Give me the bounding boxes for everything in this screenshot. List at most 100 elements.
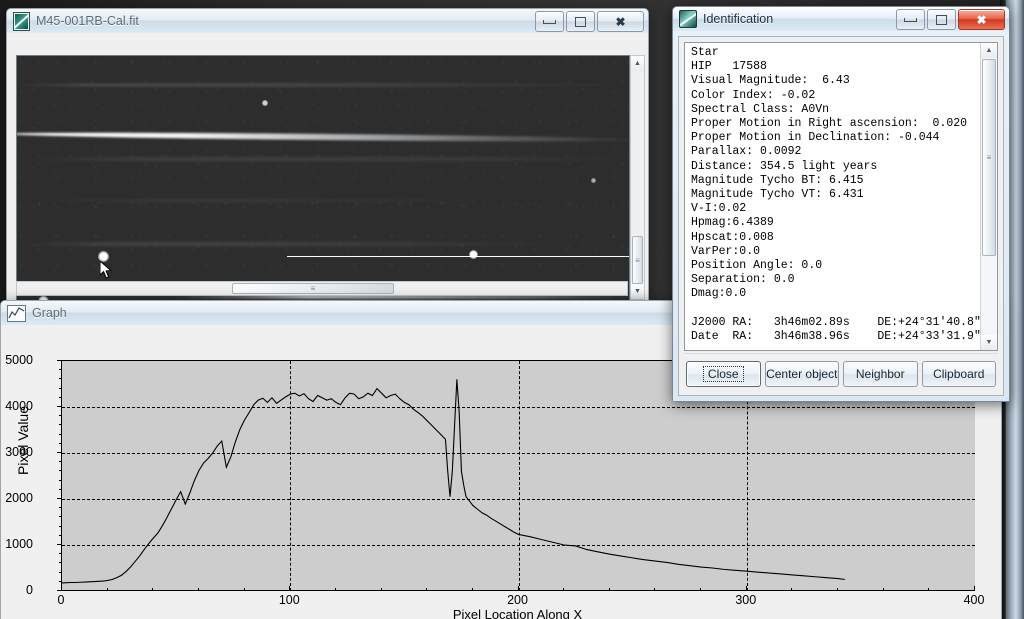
image-vertical-scrollbar[interactable]: ▲ ≡ ▼ xyxy=(630,55,645,300)
y-tick-label: 1000 xyxy=(5,537,33,551)
center-object-button[interactable]: Center object xyxy=(764,361,839,387)
identification-window-buttons: ✖ xyxy=(896,9,1005,30)
x-tick-label: 400 xyxy=(963,593,985,607)
x-tick-minor xyxy=(608,588,610,591)
y-tick-label: 5000 xyxy=(5,353,33,367)
star-point xyxy=(591,178,596,183)
y-axis-line xyxy=(61,360,62,591)
identification-body: Star HIP 17588 Visual Magnitude: 6.43 Co… xyxy=(673,31,1009,401)
x-tick-minor xyxy=(791,588,793,591)
x-tick-minor xyxy=(471,588,473,591)
y-tick-minor xyxy=(59,442,62,444)
scroll-up-arrow[interactable]: ▲ xyxy=(631,56,644,71)
y-tick-mark xyxy=(57,498,62,499)
y-tick-minor xyxy=(59,424,62,426)
identification-scroll-up-arrow[interactable]: ▲ xyxy=(981,43,997,58)
spectrum-streak-faint xyxy=(17,199,537,202)
identification-scroll-thumb[interactable]: ≡ xyxy=(982,59,996,256)
x-tick-minor xyxy=(243,588,245,591)
identification-panel: Star HIP 17588 Visual Magnitude: 6.43 Co… xyxy=(678,36,1004,396)
vertical-scroll-thumb[interactable]: ≡ xyxy=(632,236,643,284)
identification-close-button[interactable]: ✖ xyxy=(958,9,1005,30)
y-tick-mark xyxy=(57,544,62,545)
spectrum-streak-faint xyxy=(17,242,573,246)
x-tick-mark xyxy=(289,586,291,591)
fits-file-icon xyxy=(13,11,30,31)
y-tick-minor xyxy=(59,571,62,573)
screen: M45-001RB-Cal.fit ✖ ▲ ≡ ▼ ≡ Graph 0 1000… xyxy=(0,0,1024,619)
x-tick-minor xyxy=(380,588,382,591)
identification-scrollbar[interactable]: ▲ ≡ ▼ xyxy=(980,43,997,350)
horizontal-scroll-thumb[interactable]: ≡ xyxy=(232,283,394,294)
y-tick-minor xyxy=(59,479,62,481)
identification-titlebar[interactable]: Identification ✖ xyxy=(673,7,1009,31)
x-tick-minor xyxy=(563,588,565,591)
y-tick-minor xyxy=(59,387,62,389)
y-tick-minor xyxy=(59,525,62,527)
y-tick-minor xyxy=(59,396,62,398)
identification-details: Star HIP 17588 Visual Magnitude: 6.43 Co… xyxy=(691,46,981,344)
y-tick-minor xyxy=(59,415,62,417)
spectrum-streak-faint xyxy=(17,83,629,87)
spectrum-streak-faint xyxy=(17,157,629,161)
clipboard-button[interactable]: Clipboard xyxy=(921,361,996,387)
y-tick-minor xyxy=(59,378,62,380)
y-tick-mark xyxy=(57,360,62,361)
y-tick-minor xyxy=(59,507,62,509)
identification-maximize-button[interactable] xyxy=(927,9,956,30)
fits-window-titlebar[interactable]: M45-001RB-Cal.fit ✖ xyxy=(7,9,648,33)
gridline-vertical xyxy=(290,361,292,591)
x-tick-mark xyxy=(61,586,62,591)
identification-title: Identification xyxy=(703,12,774,26)
fits-window-buttons: ✖ xyxy=(535,11,644,32)
scroll-down-arrow[interactable]: ▼ xyxy=(631,284,644,299)
fits-minimize-button[interactable] xyxy=(535,11,564,32)
y-tick-minor xyxy=(59,461,62,463)
identification-app-icon xyxy=(679,10,697,28)
y-tick-minor xyxy=(59,488,62,490)
x-tick-minor xyxy=(700,588,702,591)
identification-button-row: Close Center object Neighbor Clipboard xyxy=(684,353,998,390)
measurement-line xyxy=(287,256,629,257)
y-tick-minor xyxy=(59,562,62,564)
y-tick-mark xyxy=(57,406,62,407)
y-tick-minor xyxy=(59,553,62,555)
identification-scroll-down-arrow[interactable]: ▼ xyxy=(981,335,997,350)
y-tick-minor xyxy=(59,433,62,435)
star-point xyxy=(98,251,109,262)
fits-window-body: ▲ ≡ ▼ ≡ xyxy=(7,33,648,302)
x-tick-minor xyxy=(106,588,108,591)
fits-maximize-button[interactable] xyxy=(566,11,595,32)
y-tick-minor xyxy=(59,580,62,582)
x-tick-label: 200 xyxy=(507,593,528,607)
x-tick-minor xyxy=(152,588,154,591)
close-button[interactable]: Close xyxy=(686,361,761,387)
identification-text-area[interactable]: Star HIP 17588 Visual Magnitude: 6.43 Co… xyxy=(684,42,998,351)
x-tick-mark xyxy=(974,586,975,591)
x-tick-minor xyxy=(197,588,199,591)
x-tick-minor xyxy=(882,588,884,591)
x-tick-minor xyxy=(426,588,428,591)
x-axis-title: Pixel Location Along X xyxy=(452,607,583,619)
fits-close-button[interactable]: ✖ xyxy=(597,11,644,32)
y-tick-label: 0 xyxy=(26,583,33,597)
fits-window-title: M45-001RB-Cal.fit xyxy=(36,14,139,28)
y-tick-minor xyxy=(59,516,62,518)
x-tick-minor xyxy=(928,588,930,591)
neighbor-button[interactable]: Neighbor xyxy=(843,361,918,387)
image-horizontal-scrollbar[interactable]: ≡ xyxy=(16,281,628,296)
x-tick-mark xyxy=(517,586,519,591)
star-point xyxy=(262,100,268,106)
identification-minimize-button[interactable] xyxy=(896,9,925,30)
graph-window-title: Graph xyxy=(32,306,67,320)
fits-image-canvas[interactable] xyxy=(16,55,630,302)
y-tick-label: 2000 xyxy=(5,491,33,505)
x-tick-minor xyxy=(334,588,336,591)
identification-window[interactable]: Identification ✖ Star HIP 17588 Visual M… xyxy=(672,6,1010,402)
x-tick-minor xyxy=(837,588,839,591)
gridline-vertical xyxy=(518,361,520,591)
image-noise-texture xyxy=(17,56,629,301)
star-point-on-line xyxy=(469,250,478,259)
fits-image-window[interactable]: M45-001RB-Cal.fit ✖ ▲ ≡ ▼ ≡ xyxy=(6,8,649,304)
x-tick-minor xyxy=(654,588,656,591)
